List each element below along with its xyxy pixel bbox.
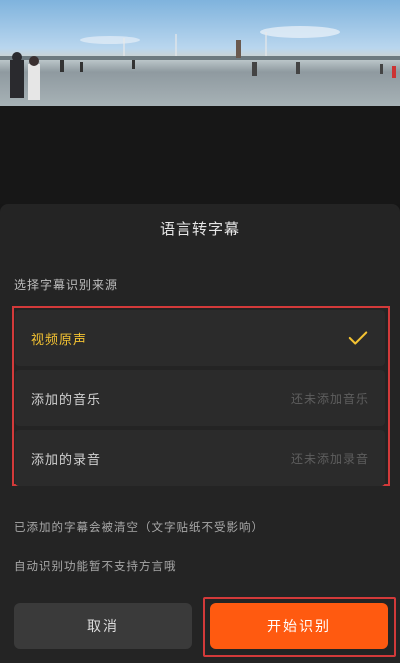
start-recognition-button[interactable]: 开始识别 <box>210 603 388 649</box>
section-label: 选择字幕识别来源 <box>14 278 119 292</box>
cancel-button[interactable]: 取消 <box>14 603 192 649</box>
video-preview <box>0 0 400 106</box>
note-subtitles-cleared: 已添加的字幕会被清空（文字贴纸不受影响） <box>14 520 264 534</box>
option-label: 视频原声 <box>31 332 88 348</box>
option-label: 添加的音乐 <box>31 392 102 408</box>
option-original-audio[interactable]: 视频原声 <box>15 310 385 366</box>
note-dialect-unsupported: 自动识别功能暂不支持方言哦 <box>14 559 177 573</box>
option-added-recording[interactable]: 添加的录音 还未添加录音 <box>15 430 385 486</box>
option-added-music[interactable]: 添加的音乐 还未添加音乐 <box>15 370 385 426</box>
option-hint: 还未添加音乐 <box>290 391 369 406</box>
option-hint: 还未添加录音 <box>290 451 369 466</box>
checkmark-icon <box>348 331 368 345</box>
video-background <box>0 106 400 204</box>
video-frame-image <box>0 26 400 100</box>
option-label: 添加的录音 <box>31 452 102 468</box>
sheet-title: 语言转字幕 <box>159 220 240 238</box>
